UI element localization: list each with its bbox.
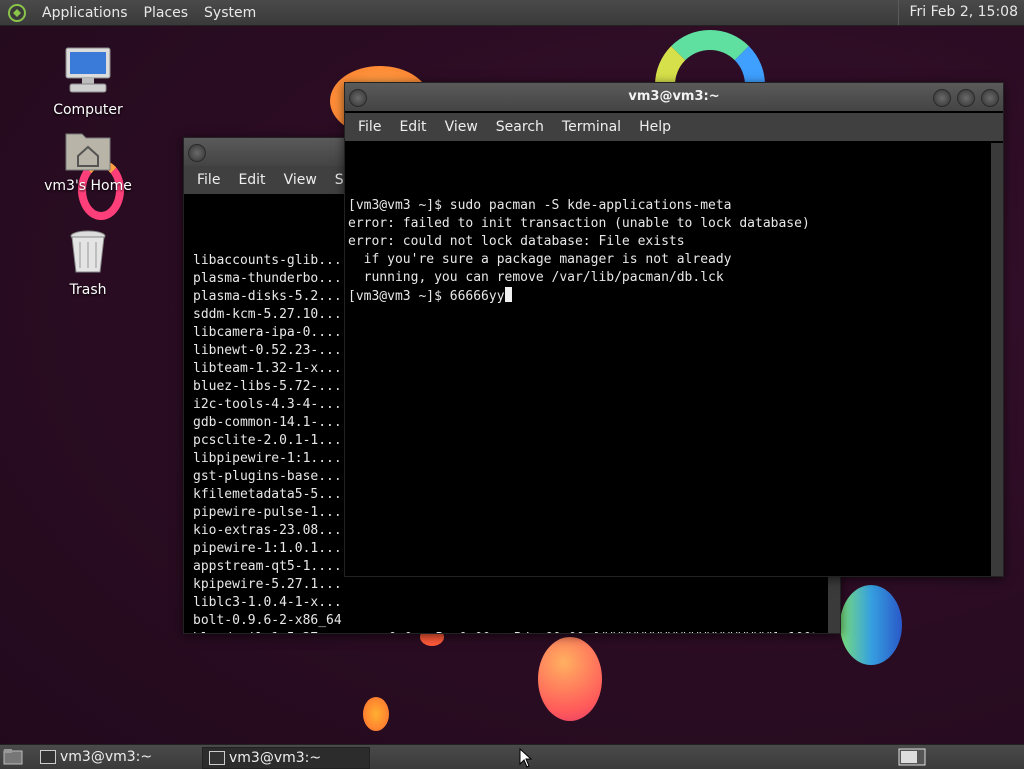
menu-system[interactable]: System xyxy=(196,5,264,21)
menubar: File Edit View Search Terminal Help xyxy=(345,113,1003,141)
terminal-line: error: failed to init transaction (unabl… xyxy=(348,216,810,231)
desktop-icon-home[interactable]: vm3's Home xyxy=(28,128,148,194)
top-panel: Applications Places System Fri Feb 2, 15… xyxy=(0,0,1024,26)
menu-file[interactable]: File xyxy=(349,119,390,135)
bottom-panel: vm3@vm3:~ vm3@vm3:~ xyxy=(0,744,1024,769)
terminal-prompt: [vm3@vm3 ~]$ 66666yy xyxy=(348,289,505,304)
terminal-line: running, you can remove /var/lib/pacman/… xyxy=(348,270,724,285)
wallpaper-blob-blue xyxy=(840,585,902,665)
terminal-line: liblc3-1.0.4-1-x... xyxy=(193,595,342,610)
menu-view[interactable]: View xyxy=(275,172,326,188)
task-label: vm3@vm3:~ xyxy=(60,749,153,765)
show-desktop-icon[interactable] xyxy=(3,748,23,766)
clock[interactable]: Fri Feb 2, 15:08 xyxy=(898,0,1024,25)
menu-places[interactable]: Places xyxy=(136,5,197,21)
desktop-icon-label: Trash xyxy=(69,282,107,298)
taskbar-task[interactable]: vm3@vm3:~ xyxy=(34,747,220,767)
menu-file[interactable]: File xyxy=(188,172,229,188)
close-icon[interactable] xyxy=(981,89,999,107)
window-titlebar[interactable]: vm3@vm3:~ xyxy=(345,83,1003,111)
terminal-line: kpipewire-5.27.1... xyxy=(193,577,342,592)
terminal-line: bluedevil-1:5.27... 0.0 B 0.00 B/s 00:00… xyxy=(193,630,831,633)
terminal-window-front[interactable]: vm3@vm3:~ File Edit View Search Terminal… xyxy=(344,82,1004,577)
menu-edit[interactable]: Edit xyxy=(390,119,435,135)
maximize-icon[interactable] xyxy=(957,89,975,107)
menu-search[interactable]: Search xyxy=(487,119,553,135)
task-label: vm3@vm3:~ xyxy=(229,750,322,766)
wallpaper-blob-orange-large xyxy=(538,637,602,721)
menu-help[interactable]: Help xyxy=(630,119,680,135)
terminal-icon xyxy=(40,750,56,764)
menu-applications[interactable]: Applications xyxy=(34,5,136,21)
terminal-line: [vm3@vm3 ~]$ sudo pacman -S kde-applicat… xyxy=(348,198,732,213)
desktop-icon-label: vm3's Home xyxy=(44,178,132,194)
terminal-line: bolt-0.9.6-2-x86_64 xyxy=(193,613,342,628)
text-cursor xyxy=(504,287,512,302)
desktop-icon-label: Computer xyxy=(53,102,123,118)
wallpaper-blob-orange-small xyxy=(363,697,389,731)
window-menu-icon[interactable] xyxy=(188,144,206,162)
terminal-line: error: could not lock database: File exi… xyxy=(348,234,685,249)
terminal-line: if you're sure a package manager is not … xyxy=(348,252,732,267)
menu-terminal[interactable]: Terminal xyxy=(553,119,630,135)
trash-icon xyxy=(70,230,106,273)
desktop-icon-computer[interactable]: Computer xyxy=(28,46,148,118)
desktop-icon-trash[interactable]: Trash xyxy=(28,228,148,298)
window-menu-icon[interactable] xyxy=(349,89,367,107)
workspace-switcher-icon[interactable] xyxy=(898,748,926,766)
taskbar-task-active[interactable]: vm3@vm3:~ xyxy=(202,747,370,769)
terminal-output[interactable]: [vm3@vm3 ~]$ sudo pacman -S kde-applicat… xyxy=(345,143,1003,576)
menu-logo-icon[interactable] xyxy=(8,3,26,22)
terminal-prompt-line: [vm3@vm3 ~]$ 66666yy xyxy=(348,287,1000,306)
home-folder-icon xyxy=(65,133,111,171)
minimize-icon[interactable] xyxy=(933,89,951,107)
mouse-pointer-icon xyxy=(519,748,533,768)
scrollbar[interactable] xyxy=(991,143,1003,576)
menu-view[interactable]: View xyxy=(436,119,487,135)
computer-icon xyxy=(65,47,111,93)
terminal-icon xyxy=(209,751,225,765)
window-title: vm3@vm3:~ xyxy=(628,89,720,104)
menu-edit[interactable]: Edit xyxy=(229,172,274,188)
